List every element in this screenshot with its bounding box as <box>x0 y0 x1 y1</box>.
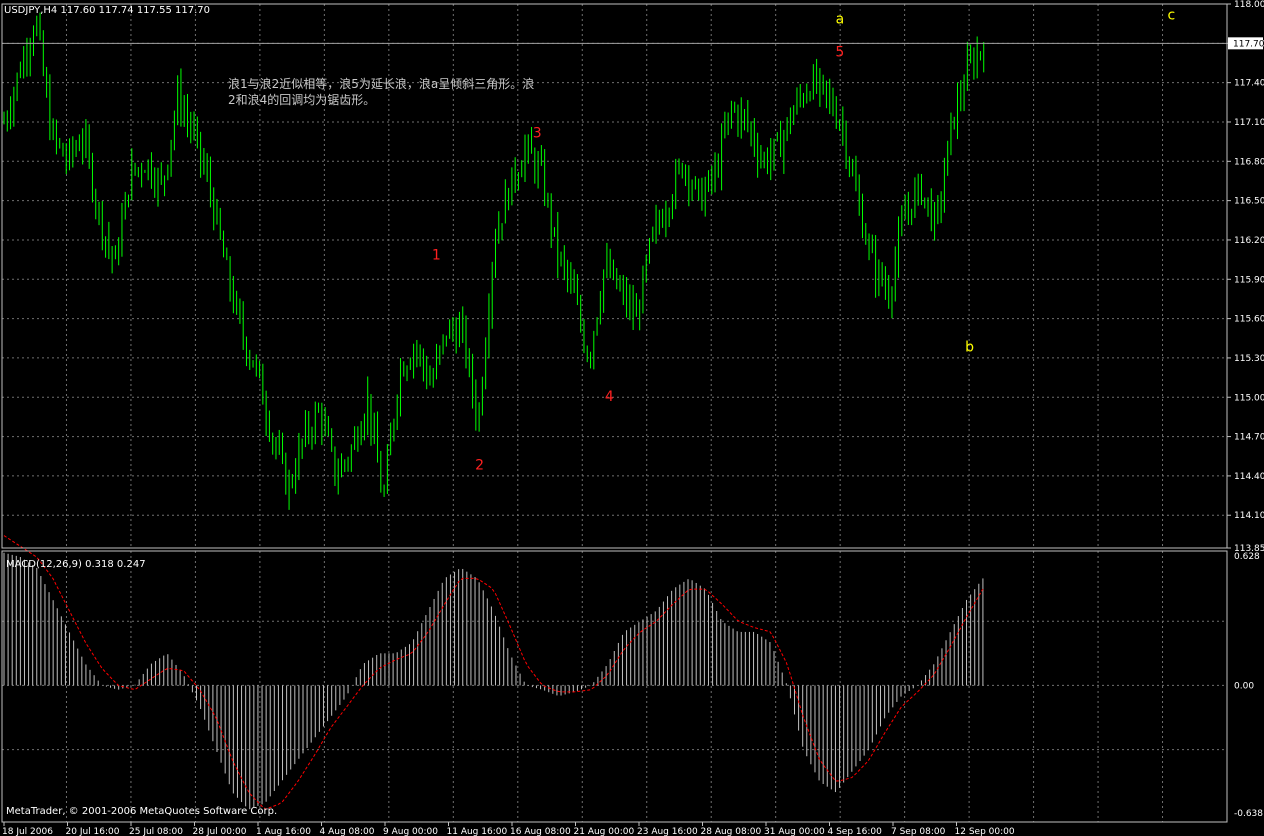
time-tick-label: 31 Aug 00:00 <box>764 827 825 836</box>
price-tick-label: 116.80 <box>1234 157 1264 167</box>
price-tick-label: 117.10 <box>1234 118 1264 128</box>
time-tick-label: 9 Aug 00:00 <box>383 827 438 836</box>
time-tick-label: 23 Aug 16:00 <box>637 827 698 836</box>
price-tick-label: 115.90 <box>1234 275 1264 285</box>
time-tick-label: 20 Jul 16:00 <box>66 827 120 836</box>
wave-label-c: c <box>1168 8 1176 24</box>
price-frame <box>1 3 1228 549</box>
time-tick-label: 21 Aug 00:00 <box>574 827 635 836</box>
price-tick-label: 115.30 <box>1234 354 1264 364</box>
time-tick-label: 25 Jul 08:00 <box>129 827 183 836</box>
price-tick-label: 117.40 <box>1234 79 1264 89</box>
price-tick-label: 114.10 <box>1234 511 1264 521</box>
wave-label-3: 3 <box>533 126 542 142</box>
macd-frame <box>1 550 1228 823</box>
macd-tick-label: 0.00 <box>1234 681 1254 691</box>
price-tick-label: 115.00 <box>1234 393 1264 403</box>
time-tick-label: 11 Aug 16:00 <box>447 827 508 836</box>
wave-label-1: 1 <box>432 248 441 264</box>
time-tick-label: 12 Sep 00:00 <box>955 827 1015 836</box>
price-tick-label: 118.00 <box>1234 0 1264 10</box>
wave-label-4: 4 <box>605 389 614 405</box>
chart-canvas: 118.00 117.70 117.40 117.10 116.80 116.50 116.… <box>1 0 1264 836</box>
time-tick-label: 28 Aug 08:00 <box>701 827 762 836</box>
wave-label-b: b <box>965 339 974 355</box>
macd-axis[interactable]: 0.628 0.00 -0.638 <box>1234 552 1263 819</box>
macd-signal-line <box>3 535 984 810</box>
price-tick-label: 114.40 <box>1234 472 1264 482</box>
macd-grid <box>2 551 1227 822</box>
price-axis[interactable]: 118.00 117.70 117.40 117.10 116.80 116.50 116.… <box>1227 0 1264 554</box>
price-tick-label: 116.50 <box>1234 197 1264 207</box>
time-tick-label: 18 Jul 2006 <box>2 827 53 836</box>
macd-title: MACD(12,26,9) 0.318 0.247 <box>6 559 146 570</box>
time-tick-label: 16 Aug 08:00 <box>510 827 571 836</box>
macd-tick-label: -0.638 <box>1234 809 1263 819</box>
wave-label-a: a <box>836 12 845 28</box>
price-grid <box>2 4 1227 548</box>
annotation-line-1: 浪1与浪2近似相等，浪5为延长浪，浪a呈倾斜三角形。浪 <box>228 76 534 91</box>
time-tick-label: 1 Aug 16:00 <box>256 827 311 836</box>
wave-label-2: 2 <box>475 457 484 473</box>
current-price-label: 117.70 <box>1233 39 1264 49</box>
wave-labels: 1 2 3 4 5 a b c <box>432 8 1175 474</box>
symbol-header: USDJPY,H4 117.60 117.74 117.55 117.70 <box>4 5 210 16</box>
time-tick-label: 28 Jul 00:00 <box>193 827 247 836</box>
wave-label-5: 5 <box>835 44 844 60</box>
annotation-line-2: 2和浪4的回调均为锯齿形。 <box>228 92 375 107</box>
time-tick-label: 4 Aug 08:00 <box>320 827 375 836</box>
copyright-text: MetaTrader, © 2001-2006 MetaQuotes Softw… <box>6 806 277 817</box>
price-tick-label: 114.70 <box>1234 433 1264 443</box>
time-axis[interactable]: 18 Jul 2006 20 Jul 16:00 25 Jul 08:00 28 Ju… <box>2 822 1015 836</box>
price-tick-label: 116.20 <box>1234 236 1264 246</box>
time-tick-label: 7 Sep 08:00 <box>891 827 946 836</box>
macd-tick-label: 0.628 <box>1234 552 1260 562</box>
time-tick-label: 4 Sep 16:00 <box>828 827 883 836</box>
price-tick-label: 115.60 <box>1234 315 1264 325</box>
